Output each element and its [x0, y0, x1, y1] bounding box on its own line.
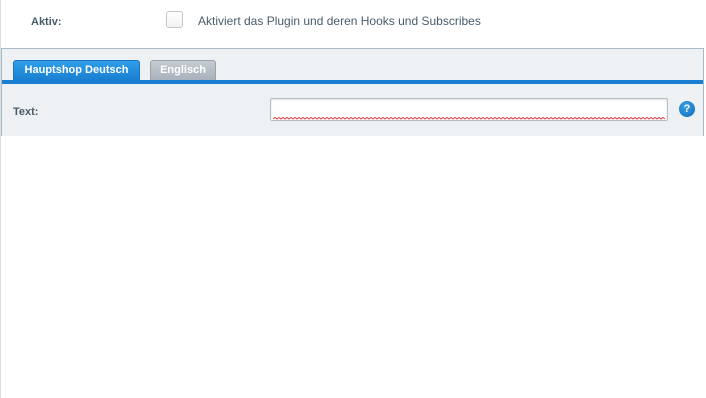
text-input[interactable]	[270, 98, 668, 121]
active-description: Aktiviert das Plugin und deren Hooks und…	[198, 14, 481, 28]
text-field-row: Text: ?	[2, 84, 703, 136]
tab-englisch[interactable]: Englisch	[150, 60, 216, 80]
active-label: Aktiv:	[31, 16, 62, 28]
plugin-config-page: Aktiv: Aktiviert das Plugin und deren Ho…	[0, 0, 706, 398]
active-checkbox[interactable]	[166, 11, 183, 28]
translation-tabbar: Hauptshop Deutsch Englisch	[2, 49, 703, 84]
active-setting-row: Aktiv: Aktiviert das Plugin und deren Ho…	[0, 0, 706, 46]
tab-hauptshop-deutsch[interactable]: Hauptshop Deutsch	[13, 60, 140, 80]
translation-panel: Hauptshop Deutsch Englisch Text: ?	[1, 48, 704, 136]
text-field-label: Text:	[13, 106, 39, 118]
help-icon[interactable]: ?	[679, 101, 695, 117]
